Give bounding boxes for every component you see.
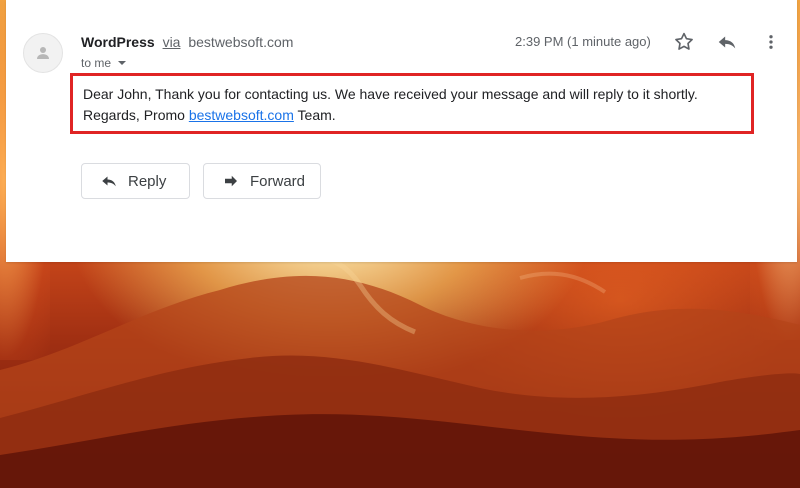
sender-row: WordPress via bestwebsoft.com <box>81 34 293 50</box>
recipient-row[interactable]: to me <box>81 56 127 70</box>
forward-button-label: Forward <box>250 172 306 190</box>
person-icon <box>37 47 49 59</box>
sender-name[interactable]: WordPress <box>81 34 155 50</box>
sender-avatar[interactable] <box>23 33 63 73</box>
screen-background: WordPress via bestwebsoft.com to me 2:39… <box>0 0 800 488</box>
reply-button[interactable]: Reply <box>81 163 190 199</box>
message-body: Dear John, Thank you for contacting us. … <box>70 73 754 134</box>
via-link[interactable]: via <box>163 34 181 50</box>
message-text-before-link: Dear John, Thank you for contacting us. … <box>83 86 698 123</box>
reply-icon <box>718 36 736 49</box>
email-card: WordPress via bestwebsoft.com to me 2:39… <box>6 0 797 262</box>
more-options-button[interactable] <box>757 28 785 56</box>
forward-button[interactable]: Forward <box>203 163 321 199</box>
star-button[interactable] <box>670 28 698 56</box>
sender-domain: bestwebsoft.com <box>188 34 294 50</box>
reply-top-button[interactable] <box>713 28 741 56</box>
more-vert-icon <box>769 35 773 49</box>
forward-icon <box>222 172 240 190</box>
star-icon <box>675 32 693 50</box>
bestwebsoft-link[interactable]: bestwebsoft.com <box>189 107 294 123</box>
desert-background <box>0 256 800 488</box>
recipient-label: to me <box>81 56 112 70</box>
timestamp: 2:39 PM (1 minute ago) <box>515 34 651 49</box>
reply-button-label: Reply <box>128 172 167 190</box>
reply-icon <box>100 172 118 190</box>
message-text-after-link: Team. <box>293 107 336 123</box>
chevron-down-icon[interactable] <box>117 58 127 68</box>
